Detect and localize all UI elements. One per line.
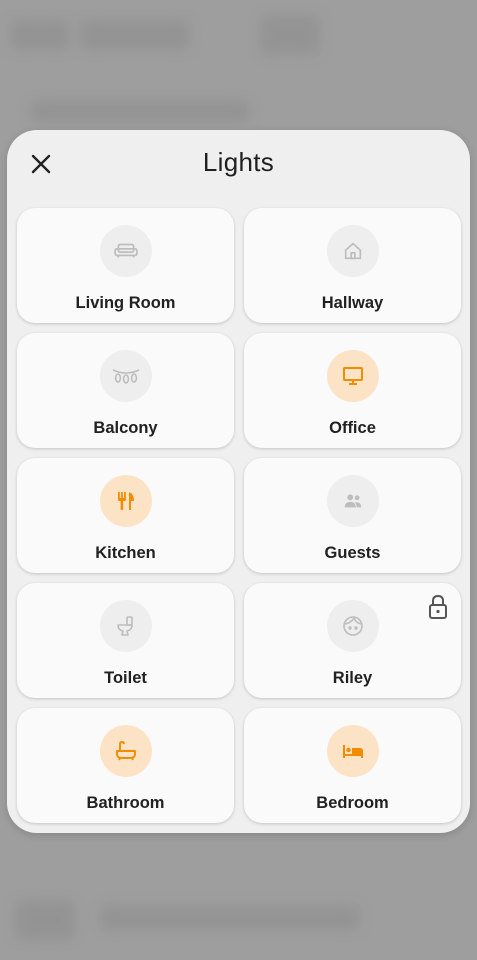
tile-kitchen[interactable]: Kitchen xyxy=(17,458,234,573)
tile-guests[interactable]: Guests xyxy=(244,458,461,573)
people-icon xyxy=(344,494,361,508)
tile-label: Balcony xyxy=(93,419,158,437)
lock-icon[interactable] xyxy=(427,593,449,621)
background-blur xyxy=(10,20,70,50)
lights-dialog: Lights Living Room Hallway Balcony Offic… xyxy=(7,130,470,833)
background-blur xyxy=(30,100,250,122)
bed-icon xyxy=(342,745,363,758)
background-blur xyxy=(260,15,320,55)
tile-hallway[interactable]: Hallway xyxy=(244,208,461,323)
tile-label: Bedroom xyxy=(316,794,389,812)
tile-label: Office xyxy=(329,419,376,437)
string-lights-icon xyxy=(112,369,139,384)
face-icon xyxy=(342,616,363,636)
toilet-icon xyxy=(116,616,133,636)
fork-knife-icon xyxy=(117,492,134,510)
tile-living-room[interactable]: Living Room xyxy=(17,208,234,323)
tile-toilet[interactable]: Toilet xyxy=(17,583,234,698)
background-blur xyxy=(80,20,190,50)
tile-label: Riley xyxy=(332,669,373,687)
tile-label: Kitchen xyxy=(95,544,156,562)
tile-label: Hallway xyxy=(321,294,384,312)
tile-label: Living Room xyxy=(75,294,176,312)
monitor-icon xyxy=(342,367,363,385)
room-grid: Living Room Hallway Balcony Office Kitch… xyxy=(17,208,461,823)
dialog-title: Lights xyxy=(202,147,275,177)
tile-riley[interactable]: Riley xyxy=(244,583,461,698)
home-icon xyxy=(344,242,361,260)
tile-bathroom[interactable]: Bathroom xyxy=(17,708,234,823)
tile-label: Toilet xyxy=(104,669,147,687)
tile-bedroom[interactable]: Bedroom xyxy=(244,708,461,823)
tile-office[interactable]: Office xyxy=(244,333,461,448)
tile-balcony[interactable]: Balcony xyxy=(17,333,234,448)
tile-label: Guests xyxy=(324,544,381,562)
bathtub-icon xyxy=(115,741,136,761)
background-blur xyxy=(15,900,75,940)
sofa-icon xyxy=(113,243,138,258)
tile-label: Bathroom xyxy=(86,794,165,812)
background-blur xyxy=(100,905,360,930)
